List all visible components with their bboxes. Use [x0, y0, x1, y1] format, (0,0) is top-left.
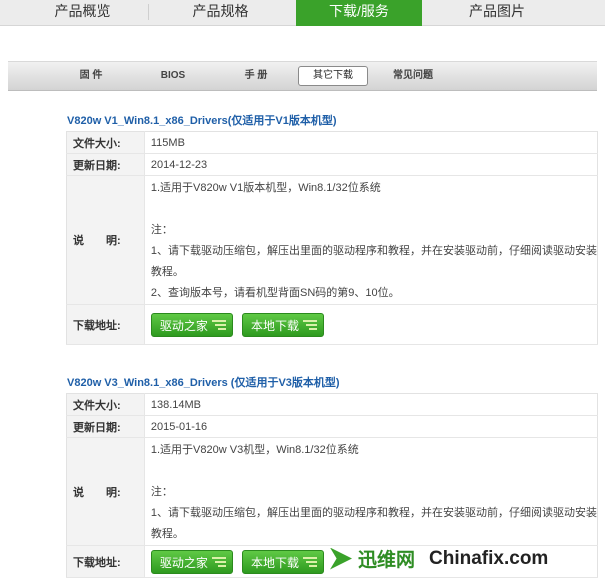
size-value: 138.14MB — [144, 393, 598, 416]
date-label: 更新日期: — [66, 153, 145, 176]
download-label: 下载地址: — [66, 545, 145, 578]
desc-line: 教程。 — [150, 266, 184, 278]
desc-line: 1、请下载驱动压缩包，解压出里面的驱动程序和教程，并在安装驱动前，仔细阅读驱动安… — [150, 245, 597, 257]
download-button-local[interactable]: 本地下载 — [241, 549, 324, 574]
watermark-cn: 迅维网 — [358, 550, 416, 571]
watermark: 迅维网 Chinafix.com — [330, 539, 600, 578]
watermark-en: Chinafix.com — [429, 547, 549, 569]
driver-title[interactable]: V820w V1_Win8.1_x86_Drivers(仅适用于V1版本机型) — [67, 112, 337, 128]
tab-divider — [148, 4, 149, 20]
tab-product-images[interactable]: 产品图片 — [432, 0, 562, 25]
download-button-label: 本地下载 — [250, 318, 299, 333]
download-bars-icon — [302, 556, 317, 569]
download-bars-icon — [211, 556, 226, 569]
download-button-local[interactable]: 本地下载 — [241, 312, 324, 337]
date-value: 2015-01-16 — [144, 415, 598, 438]
watermark-logo-icon — [330, 547, 352, 570]
desc-line: 1.适用于V820w V3机型，Win8.1/32位系统 — [150, 444, 359, 456]
subtab-firmware[interactable]: 固 件 — [66, 68, 116, 84]
size-label: 文件大小: — [66, 131, 145, 154]
size-value: 115MB — [144, 131, 598, 154]
driver-title[interactable]: V820w V3_Win8.1_x86_Drivers (仅适用于V3版本机型) — [67, 374, 340, 390]
desc-row: 说 明: 1.适用于V820w V1版本机型，Win8.1/32位系统 注： 1… — [66, 175, 598, 305]
size-label: 文件大小: — [66, 393, 145, 416]
sub-tab-bar: 固 件 BIOS 手 册 其它下载 常见问题 — [8, 61, 597, 91]
subtab-faq[interactable]: 常见问题 — [383, 68, 443, 84]
desc-row: 说 明: 1.适用于V820w V3机型，Win8.1/32位系统 注： 1、请… — [66, 437, 598, 546]
date-value: 2014-12-23 — [144, 153, 598, 176]
size-row: 文件大小: 115MB — [66, 131, 598, 154]
tab-product-overview[interactable]: 产品概览 — [20, 0, 145, 25]
download-button-label: 驱动之家 — [159, 555, 208, 570]
size-row: 文件大小: 138.14MB — [66, 393, 598, 416]
desc-value: 1.适用于V820w V1版本机型，Win8.1/32位系统 注： 1、请下载驱… — [144, 175, 598, 305]
subtab-manual[interactable]: 手 册 — [231, 68, 281, 84]
driver-spec-table: 文件大小: 115MB 更新日期: 2014-12-23 说 明: 1.适用于V… — [66, 131, 598, 345]
tab-product-specs[interactable]: 产品规格 — [158, 0, 283, 25]
download-button-label: 驱动之家 — [159, 318, 208, 333]
desc-line — [151, 199, 597, 220]
download-label: 下载地址: — [66, 304, 145, 345]
desc-line: 2、查询版本号，请看机型背面SN码的第9、10位。 — [150, 287, 400, 299]
tab-download-service[interactable]: 下载/服务 — [296, 0, 422, 26]
download-bars-icon — [211, 319, 226, 332]
desc-line: 1.适用于V820w V1版本机型，Win8.1/32位系统 — [150, 182, 381, 194]
download-row: 下载地址: 驱动之家 本地下载 — [66, 304, 598, 345]
subtab-other-downloads[interactable]: 其它下载 — [298, 66, 368, 86]
download-button-label: 本地下载 — [250, 555, 299, 570]
download-buttons: 驱动之家 本地下载 — [144, 304, 598, 345]
download-bars-icon — [302, 319, 317, 332]
desc-label: 说 明: — [66, 437, 145, 546]
desc-line: 1、请下载驱动压缩包，解压出里面的驱动程序和教程，并在安装驱动前，仔细阅读驱动安… — [150, 507, 597, 519]
date-row: 更新日期: 2014-12-23 — [66, 153, 598, 176]
desc-line: 注： — [150, 486, 173, 498]
download-button-mydrivers[interactable]: 驱动之家 — [150, 312, 233, 337]
desc-line — [151, 461, 597, 482]
download-button-mydrivers[interactable]: 驱动之家 — [150, 549, 233, 574]
desc-line: 注： — [150, 224, 173, 236]
date-label: 更新日期: — [66, 415, 145, 438]
subtab-bios[interactable]: BIOS — [148, 68, 198, 84]
desc-value: 1.适用于V820w V3机型，Win8.1/32位系统 注： 1、请下载驱动压… — [144, 437, 598, 546]
top-tab-bar: 产品概览 产品规格 下载/服务 产品图片 — [0, 0, 605, 26]
page: 产品概览 产品规格 下载/服务 产品图片 固 件 BIOS 手 册 其它下载 常… — [0, 0, 605, 583]
desc-label: 说 明: — [66, 175, 145, 305]
date-row: 更新日期: 2015-01-16 — [66, 415, 598, 438]
